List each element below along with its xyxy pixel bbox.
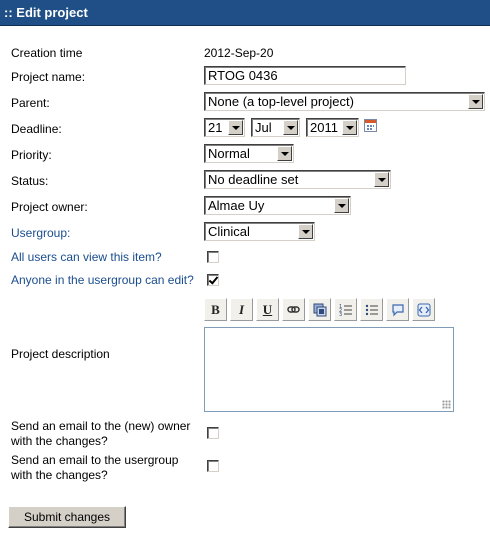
link-button[interactable]: [282, 298, 305, 321]
bold-button[interactable]: B: [204, 298, 227, 321]
ordered-list-icon: 123: [339, 304, 352, 317]
status-value: No deadline set: [208, 172, 299, 187]
image-icon: [313, 303, 327, 317]
code-button[interactable]: [412, 298, 435, 321]
project-description-label: Project description: [11, 347, 110, 361]
project-name-input[interactable]: RTOG 0436: [204, 66, 406, 85]
deadline-label: Deadline:: [11, 122, 62, 136]
calendar-icon[interactable]: [364, 119, 377, 132]
status-select[interactable]: No deadline set: [204, 170, 391, 189]
email-owner-checkbox[interactable]: [207, 427, 219, 439]
unordered-list-icon: [365, 304, 378, 316]
usergroup-label[interactable]: Usergroup:: [11, 226, 70, 240]
priority-label: Priority:: [11, 148, 52, 162]
email-owner-label: Send an email to the (new) owner with th…: [11, 419, 191, 448]
creation-time-label: Creation time: [11, 46, 83, 60]
email-usergroup-checkbox[interactable]: [207, 460, 219, 472]
chevron-down-icon[interactable]: [374, 172, 389, 187]
email-usergroup-label: Send an email to the usergroup with the …: [11, 453, 179, 482]
chevron-down-icon[interactable]: [334, 198, 349, 213]
link-icon: [287, 306, 300, 313]
resize-grip-icon[interactable]: [442, 400, 451, 409]
chevron-down-icon[interactable]: [342, 120, 357, 135]
parent-select[interactable]: None (a top-level project): [204, 92, 485, 111]
all-users-view-label[interactable]: All users can view this item?: [11, 250, 162, 264]
chevron-down-icon[interactable]: [298, 224, 313, 239]
parent-label: Parent:: [11, 96, 50, 110]
project-owner-value: Almae Uy: [208, 198, 265, 213]
usergroup-edit-checkbox[interactable]: [207, 274, 219, 286]
ordered-list-button[interactable]: 123: [334, 298, 357, 321]
project-owner-select[interactable]: Almae Uy: [204, 196, 351, 215]
page-title: :: Edit project: [0, 0, 490, 26]
code-icon: [417, 303, 431, 317]
chevron-down-icon[interactable]: [283, 120, 298, 135]
project-description-textarea[interactable]: [204, 327, 454, 412]
chevron-down-icon[interactable]: [228, 120, 243, 135]
deadline-month-select[interactable]: Jul: [251, 118, 300, 137]
all-users-view-checkbox[interactable]: [207, 251, 219, 263]
quote-button[interactable]: [386, 298, 409, 321]
priority-select[interactable]: Normal: [204, 144, 294, 163]
chevron-down-icon[interactable]: [468, 94, 483, 109]
creation-time-value: 2012-Sep-20: [204, 46, 274, 60]
svg-text:3: 3: [339, 312, 342, 317]
project-name-label: Project name:: [11, 70, 86, 84]
deadline-month-value: Jul: [255, 120, 272, 135]
usergroup-select[interactable]: Clinical: [204, 222, 315, 241]
image-button[interactable]: [308, 298, 331, 321]
underline-button[interactable]: U: [256, 298, 279, 321]
usergroup-edit-label[interactable]: Anyone in the usergroup can edit?: [11, 273, 194, 287]
deadline-day-select[interactable]: 21: [204, 118, 245, 137]
italic-button[interactable]: I: [230, 298, 253, 321]
chevron-down-icon[interactable]: [277, 146, 292, 161]
deadline-year-value: 2011: [310, 120, 338, 135]
project-owner-label: Project owner:: [11, 200, 88, 214]
deadline-day-value: 21: [208, 120, 223, 135]
deadline-year-select[interactable]: 2011: [306, 118, 359, 137]
unordered-list-button[interactable]: [360, 298, 383, 321]
status-label: Status:: [11, 174, 49, 188]
submit-changes-button[interactable]: Submit changes: [8, 506, 126, 528]
speech-bubble-icon: [392, 304, 404, 317]
usergroup-value: Clinical: [208, 224, 250, 239]
parent-select-value: None (a top-level project): [208, 94, 354, 109]
priority-value: Normal: [208, 146, 250, 161]
